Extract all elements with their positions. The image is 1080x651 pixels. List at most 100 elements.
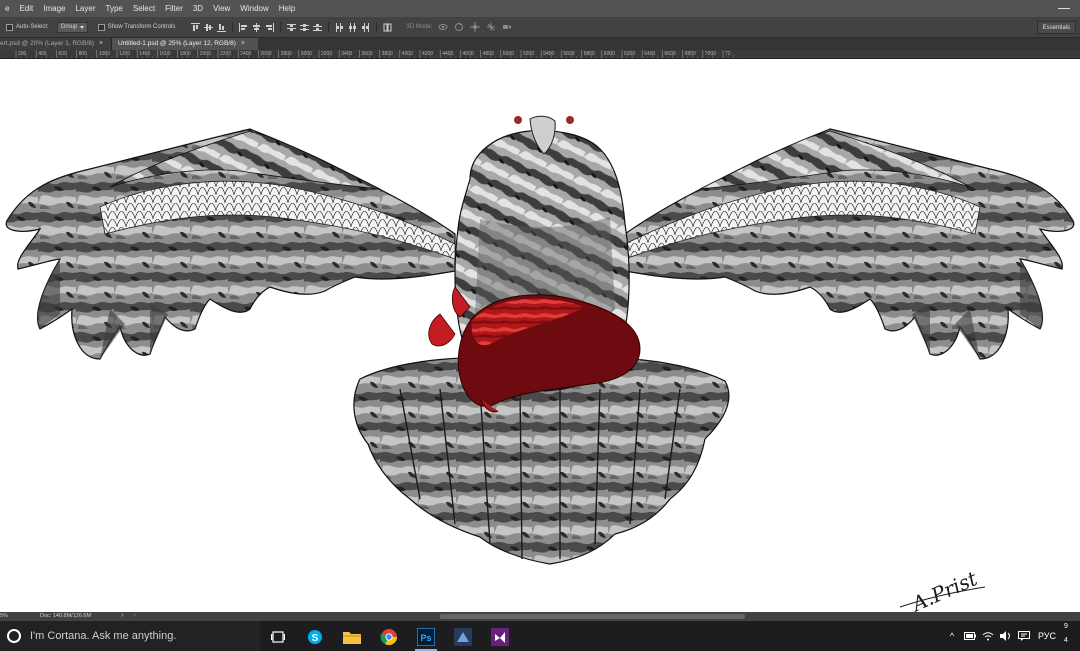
app-window-icon (454, 628, 472, 646)
action-center-button[interactable] (1017, 630, 1030, 642)
menu-3d[interactable]: 3D (188, 0, 208, 17)
align-bottom-icon (217, 23, 227, 32)
auto-select-checkbox[interactable] (6, 23, 13, 31)
eagle-artwork: A.Prist (5, 115, 1075, 612)
file-explorer-button[interactable] (337, 625, 367, 649)
tab-ert-psd[interactable]: ert.psd @ 20% (Layer 1, RGB/8) × (0, 38, 112, 50)
clock-line-2: 4 (1064, 637, 1068, 644)
photoshop-button[interactable]: Ps (411, 625, 441, 651)
slide-icon (487, 23, 496, 31)
show-hidden-icons-button[interactable]: ^ (946, 630, 958, 642)
align-vcenter-button[interactable] (202, 21, 215, 34)
video-camera-icon (503, 25, 512, 29)
left-wing (5, 128, 456, 360)
menu-file-partial[interactable]: e (0, 0, 14, 17)
menu-image[interactable]: Image (38, 0, 70, 17)
auto-align-icon (383, 23, 392, 31)
show-transform-checkbox[interactable] (97, 23, 105, 31)
input-language-button[interactable]: РУС (1038, 631, 1056, 641)
tab-label: Untitled-1.psd @ 25% (Layer 12, RGB/8) (118, 40, 236, 47)
ruler-label: 6800 (684, 51, 696, 57)
ruler-label: 7000 (704, 51, 716, 57)
auto-align-button[interactable] (381, 21, 394, 34)
ruler-label: 2600 (260, 51, 272, 57)
ruler-label: 6000 (603, 51, 615, 57)
volume-icon (999, 631, 1010, 641)
horizontal-ruler[interactable]: 200 400 600 800 1000 1200 1400 1600 1800 2000 2200… (0, 50, 1080, 59)
distribute-top-button[interactable] (285, 21, 298, 34)
align-hcenter-button[interactable] (250, 21, 263, 34)
ruler-label: 72 (725, 51, 731, 57)
skype-button[interactable]: S (300, 625, 330, 649)
auto-select-target-dropdown[interactable]: Group (56, 21, 88, 33)
svg-text:S: S (312, 633, 319, 644)
distribute-left-icon (336, 22, 344, 32)
menu-type[interactable]: Type (101, 0, 128, 17)
chrome-button[interactable] (374, 625, 404, 649)
align-right-button[interactable] (263, 21, 276, 34)
status-menu-button[interactable]: › (121, 612, 123, 619)
ruler-label: 3000 (300, 51, 312, 57)
distribute-vcenter-button[interactable] (298, 21, 311, 34)
message-icon (1017, 631, 1030, 641)
distribute-vcenter-icon (300, 23, 310, 31)
slide-3d-button[interactable] (486, 22, 496, 32)
menu-help[interactable]: Help (274, 0, 300, 17)
cortana-search-box[interactable]: I'm Cortana. Ask me anything. (0, 621, 260, 651)
chevron-down-icon (79, 25, 84, 29)
menu-view[interactable]: View (208, 0, 235, 17)
skype-icon: S (308, 630, 322, 644)
visual-studio-button[interactable] (485, 625, 515, 649)
distribute-bottom-button[interactable] (311, 21, 324, 34)
divider (232, 21, 234, 33)
wifi-button[interactable] (982, 630, 994, 642)
minimize-button[interactable] (1058, 0, 1080, 17)
scroll-left-button[interactable]: ‹ (134, 612, 136, 619)
document-size: Doc: 140.8M/126.6M (40, 613, 92, 619)
distribute-right-button[interactable] (359, 21, 372, 34)
menu-layer[interactable]: Layer (70, 0, 100, 17)
menu-edit[interactable]: Edit (14, 0, 38, 17)
volume-button[interactable] (999, 630, 1012, 642)
workspace-essentials-button[interactable]: Essentials (1036, 21, 1076, 34)
tab-untitled-1-psd[interactable]: Untitled-1.psd @ 25% (Layer 12, RGB/8) × (112, 38, 258, 50)
close-icon[interactable]: × (241, 38, 245, 50)
align-top-button[interactable] (189, 21, 202, 34)
ruler-label: 6400 (644, 51, 656, 57)
scale-3d-button[interactable] (502, 22, 512, 32)
menu-filter[interactable]: Filter (160, 0, 188, 17)
folder-icon (343, 632, 361, 644)
pan-icon (470, 22, 481, 32)
close-icon[interactable]: × (99, 38, 103, 50)
photoshop-icon: Ps (417, 628, 435, 646)
align-left-button[interactable] (237, 21, 250, 34)
menu-select[interactable]: Select (128, 0, 160, 17)
ruler-label: 5800 (583, 51, 595, 57)
ruler-label: 5000 (502, 51, 514, 57)
distribute-left-button[interactable] (333, 21, 346, 34)
roll-3d-button[interactable] (454, 22, 464, 32)
align-bottom-button[interactable] (215, 21, 228, 34)
orbit-3d-button[interactable] (438, 22, 448, 32)
status-bar: 5% Doc: 140.8M/126.6M › ‹ (0, 612, 1080, 621)
clock-button[interactable]: 9 4 (1062, 621, 1076, 651)
ruler-label: 6200 (624, 51, 636, 57)
battery-button[interactable] (963, 630, 976, 642)
divider (328, 21, 330, 33)
clock-line-1: 9 (1064, 623, 1068, 630)
ruler-label: 1400 (139, 51, 151, 57)
horizontal-scrollbar[interactable] (440, 614, 745, 619)
chevron-up-icon: ^ (949, 631, 955, 641)
document-canvas[interactable]: A.Prist (0, 59, 1080, 612)
pan-3d-button[interactable] (470, 22, 481, 32)
menu-window[interactable]: Window (235, 0, 273, 17)
left-eye (514, 116, 522, 124)
align-tools (189, 21, 394, 34)
options-bar: Auto-Select: Group Show Transform Contro… (0, 17, 1080, 38)
task-view-button[interactable] (263, 625, 293, 649)
blue-app-button[interactable] (448, 625, 478, 649)
zoom-level[interactable]: 5% (0, 613, 8, 619)
distribute-hcenter-button[interactable] (346, 21, 359, 34)
wifi-icon (982, 632, 994, 641)
roll-icon (455, 23, 464, 31)
